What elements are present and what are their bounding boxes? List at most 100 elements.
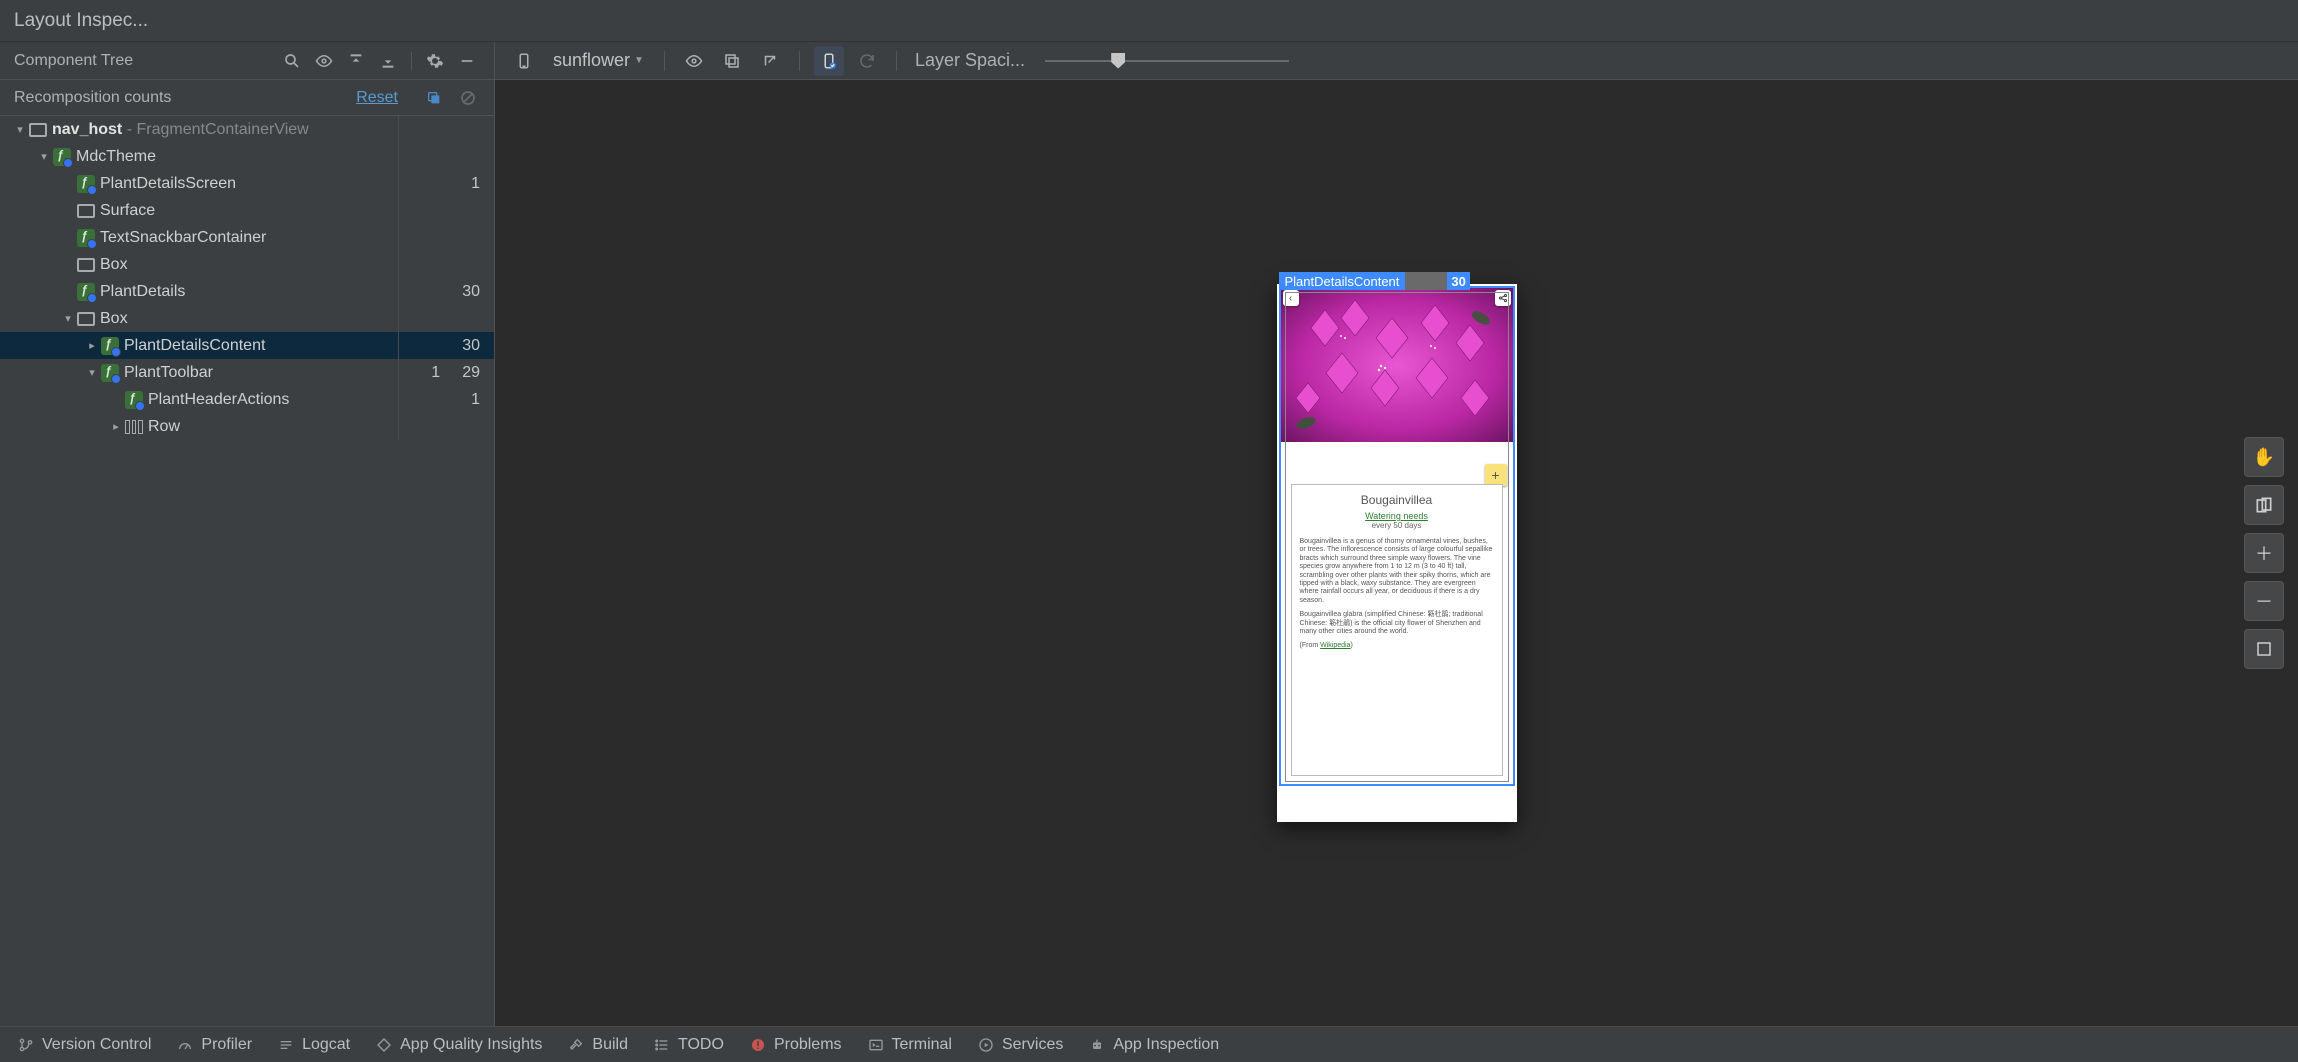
- recomp-counts: 30: [398, 332, 494, 359]
- gear-icon[interactable]: [422, 48, 448, 74]
- pan-icon[interactable]: ✋: [2244, 437, 2284, 477]
- compose-icon: [76, 282, 96, 302]
- device-preview-area[interactable]: ‹ + Bougainvillea Watering needs every 5…: [495, 80, 2298, 1026]
- tree-row-surface[interactable]: Surface: [0, 197, 494, 224]
- title-text: Layout Inspec...: [14, 10, 148, 32]
- bottom-tab-label: Terminal: [892, 1036, 952, 1054]
- layer-spacing-slider[interactable]: [1045, 51, 1289, 71]
- tree-node-label: PlantToolbar: [124, 364, 213, 382]
- bottom-tab-label: Logcat: [302, 1036, 350, 1054]
- compose-icon: [124, 390, 144, 410]
- compose-icon: [100, 336, 120, 356]
- layers-icon[interactable]: [2244, 485, 2284, 525]
- zoom-fit-icon[interactable]: [2244, 629, 2284, 669]
- expand-icon[interactable]: [375, 48, 401, 74]
- recomp-counts: 30: [398, 278, 494, 305]
- zoom-in-icon[interactable]: ＋: [2244, 533, 2284, 573]
- tree-node-label: nav_host - FragmentContainerView: [52, 121, 309, 139]
- selection-name: PlantDetailsContent: [1279, 272, 1406, 290]
- tree-node-label: TextSnackbarContainer: [100, 229, 266, 247]
- recomp-counts: 1: [398, 170, 494, 197]
- row-icon: [124, 417, 144, 437]
- tree-node-label: Surface: [100, 202, 155, 220]
- tree-row-planttoolbar[interactable]: ▾ PlantToolbar 129: [0, 359, 494, 386]
- tree-row-plantheaderactions[interactable]: PlantHeaderActions1: [0, 386, 494, 413]
- recomp-counts: [398, 116, 494, 143]
- tree-arrow[interactable]: ▸: [84, 339, 100, 352]
- bottom-tab-version-control[interactable]: Version Control: [18, 1036, 151, 1054]
- gauge-icon: [177, 1037, 193, 1053]
- bottom-tab-todo[interactable]: TODO: [654, 1036, 724, 1054]
- separator: [799, 51, 800, 71]
- tree-arrow[interactable]: ▾: [12, 123, 28, 136]
- term-icon: [868, 1037, 884, 1053]
- tree-node-label: Box: [100, 256, 128, 274]
- tree-row-plantdetailscontent[interactable]: ▸PlantDetailsContent30: [0, 332, 494, 359]
- bottom-tab-build[interactable]: Build: [568, 1036, 628, 1054]
- bottom-tab-services[interactable]: Services: [978, 1036, 1063, 1054]
- bottom-tab-logcat[interactable]: Logcat: [278, 1036, 350, 1054]
- tree-row-plantdetails[interactable]: PlantDetails 30: [0, 278, 494, 305]
- search-icon[interactable]: [279, 48, 305, 74]
- refresh-icon[interactable]: [852, 46, 882, 76]
- live-updates-icon[interactable]: [814, 46, 844, 76]
- play-icon: [978, 1037, 994, 1053]
- chevron-down-icon: ▼: [634, 55, 644, 66]
- device-name: sunflower: [553, 50, 630, 71]
- minimize-icon[interactable]: [454, 48, 480, 74]
- tree-arrow[interactable]: ▸: [108, 420, 124, 433]
- snapshot-icon[interactable]: [717, 46, 747, 76]
- compose-icon: [76, 174, 96, 194]
- tree-row-row[interactable]: ▸Row: [0, 413, 494, 440]
- view-icon: [76, 255, 96, 275]
- tree-arrow[interactable]: ▾: [36, 150, 52, 163]
- tree-row-box[interactable]: ▾Box: [0, 305, 494, 332]
- preview-panel: sunflower ▼: [495, 42, 2298, 1026]
- tree-row-mdctheme[interactable]: ▾MdcTheme: [0, 143, 494, 170]
- collapse-icon[interactable]: [343, 48, 369, 74]
- preview-float-tools: ✋ ＋ －: [2244, 437, 2284, 669]
- tree-arrow[interactable]: ▾: [60, 312, 76, 325]
- tree-row-plantdetailsscreen[interactable]: PlantDetailsScreen 1: [0, 170, 494, 197]
- zoom-out-icon[interactable]: －: [2244, 581, 2284, 621]
- bottom-tab-app-quality-insights[interactable]: App Quality Insights: [376, 1036, 542, 1054]
- bottom-tab-terminal[interactable]: Terminal: [868, 1036, 952, 1054]
- bottom-tab-app-inspection[interactable]: App Inspection: [1089, 1036, 1219, 1054]
- tree-row-box[interactable]: Box: [0, 251, 494, 278]
- branch-icon: [18, 1037, 34, 1053]
- recomp-counts: 1: [398, 386, 494, 413]
- tree-node-label: PlantDetailsScreen: [100, 175, 236, 193]
- selection-label: PlantDetailsContent 30: [1279, 272, 1470, 290]
- device-selector[interactable]: sunflower ▼: [547, 50, 650, 71]
- recomp-counts: [398, 197, 494, 224]
- diamond-icon: [376, 1037, 392, 1053]
- tool-window-title: Layout Inspec...: [0, 0, 2298, 42]
- err-icon: [750, 1037, 766, 1053]
- phone-icon[interactable]: [509, 46, 539, 76]
- tree-row-nav_host[interactable]: ▾ nav_host - FragmentContainerView: [0, 116, 494, 143]
- reset-link[interactable]: Reset: [356, 89, 398, 107]
- recomposition-label: Recomposition counts: [14, 89, 346, 107]
- tree-arrow[interactable]: ▾: [84, 366, 100, 379]
- tree-node-label: PlantDetails: [100, 283, 185, 301]
- bottom-tab-label: Services: [1002, 1036, 1063, 1054]
- component-tree[interactable]: ▾nav_host - FragmentContainerView▾MdcThe…: [0, 116, 494, 1026]
- preview-toolbar: sunflower ▼: [495, 42, 2298, 80]
- recomp-counts: 129: [398, 359, 494, 386]
- separator: [664, 51, 665, 71]
- bottom-tab-problems[interactable]: Problems: [750, 1036, 842, 1054]
- export-icon[interactable]: [755, 46, 785, 76]
- visibility-icon[interactable]: [311, 48, 337, 74]
- recomp-counts: [398, 413, 494, 440]
- view-icon: [76, 309, 96, 329]
- selection-overlay: PlantDetailsContent 30: [1279, 286, 1515, 786]
- bottom-tab-profiler[interactable]: Profiler: [177, 1036, 252, 1054]
- tree-row-textsnackbarcontainer[interactable]: TextSnackbarContainer: [0, 224, 494, 251]
- clear-icon[interactable]: [456, 86, 480, 110]
- bottom-tab-label: Profiler: [201, 1036, 252, 1054]
- visibility-toggle-icon[interactable]: [679, 46, 709, 76]
- compose-icon: [100, 363, 120, 383]
- list-icon: [654, 1037, 670, 1053]
- separator: [896, 51, 897, 71]
- copy-icon[interactable]: [422, 86, 446, 110]
